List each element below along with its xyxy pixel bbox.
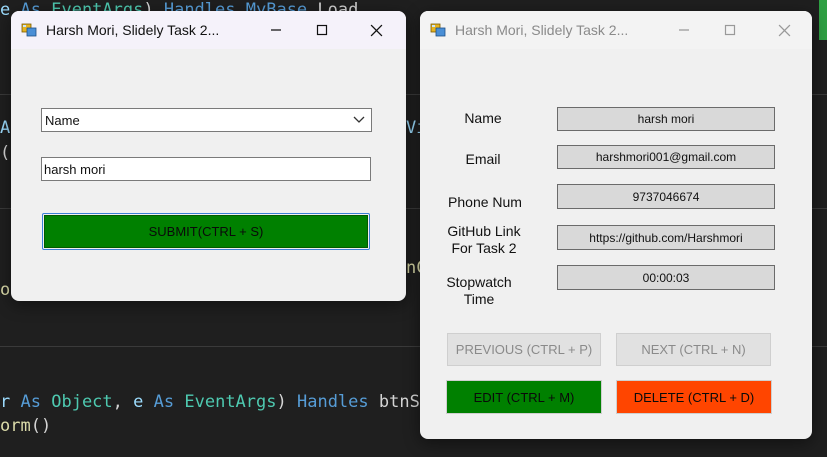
window-title: Harsh Mori, Slidely Task 2... bbox=[46, 22, 220, 38]
close-icon bbox=[370, 24, 382, 36]
maximize-button[interactable] bbox=[299, 16, 345, 44]
close-button[interactable] bbox=[353, 16, 399, 44]
field-select[interactable]: Name bbox=[41, 108, 372, 132]
value-input-text: harsh mori bbox=[44, 162, 106, 177]
field-select-value: Name bbox=[45, 113, 80, 128]
code-fragment-a: A bbox=[0, 118, 11, 138]
name-label: Name bbox=[464, 110, 502, 126]
submit-form-window: Harsh Mori, Slidely Task 2... Name harsh… bbox=[11, 11, 406, 301]
minimize-icon bbox=[679, 29, 689, 31]
maximize-icon bbox=[316, 24, 328, 36]
close-button[interactable] bbox=[761, 16, 807, 44]
maximize-button[interactable] bbox=[707, 16, 753, 44]
maximize-icon bbox=[724, 24, 736, 36]
name-value-field: harsh mori bbox=[557, 107, 775, 131]
code-line-2: r As Object, e As EventArgs) Handles btn… bbox=[0, 392, 420, 412]
app-form-icon bbox=[21, 23, 37, 37]
stopwatch-label: Stopwatch Time bbox=[438, 274, 520, 308]
app-form-icon bbox=[430, 23, 446, 37]
window-title: Harsh Mori, Slidely Task 2... bbox=[455, 22, 629, 38]
window-titlebar[interactable]: Harsh Mori, Slidely Task 2... bbox=[420, 11, 812, 49]
chevron-down-icon bbox=[353, 116, 365, 123]
window-titlebar[interactable]: Harsh Mori, Slidely Task 2... bbox=[11, 11, 406, 49]
email-label: Email bbox=[465, 151, 501, 167]
scrollbar-marker bbox=[819, 0, 827, 40]
minimize-button[interactable] bbox=[253, 16, 299, 44]
phone-value-field: 9737046674 bbox=[557, 184, 775, 209]
edit-button[interactable]: EDIT (CTRL + M) bbox=[446, 380, 602, 414]
github-label-line1: GitHub Link bbox=[447, 223, 521, 239]
minimize-button[interactable] bbox=[661, 16, 707, 44]
github-value-field: https://github.com/Harshmori bbox=[557, 225, 775, 250]
next-button[interactable]: NEXT (CTRL + N) bbox=[616, 333, 771, 366]
previous-button[interactable]: PREVIOUS (CTRL + P) bbox=[447, 333, 601, 366]
close-icon bbox=[778, 24, 790, 36]
submit-button[interactable]: SUBMIT(CTRL + S) bbox=[44, 215, 368, 248]
code-line-3: orm() bbox=[0, 416, 52, 436]
email-value-field: harshmori001@gmail.com bbox=[557, 145, 775, 169]
stopwatch-value-field: 00:00:03 bbox=[557, 265, 775, 290]
view-submissions-window: Harsh Mori, Slidely Task 2... Name Email… bbox=[420, 11, 812, 439]
phone-label: Phone Num bbox=[448, 194, 522, 210]
value-input[interactable]: harsh mori bbox=[41, 157, 371, 181]
github-label: GitHub Link For Task 2 bbox=[438, 223, 530, 257]
minimize-icon bbox=[271, 29, 281, 31]
stopwatch-label-line1: Stopwatch bbox=[446, 274, 512, 290]
github-label-line2: For Task 2 bbox=[451, 240, 517, 256]
delete-button[interactable]: DELETE (CTRL + D) bbox=[616, 380, 772, 414]
stopwatch-label-line2: Time bbox=[463, 291, 495, 307]
